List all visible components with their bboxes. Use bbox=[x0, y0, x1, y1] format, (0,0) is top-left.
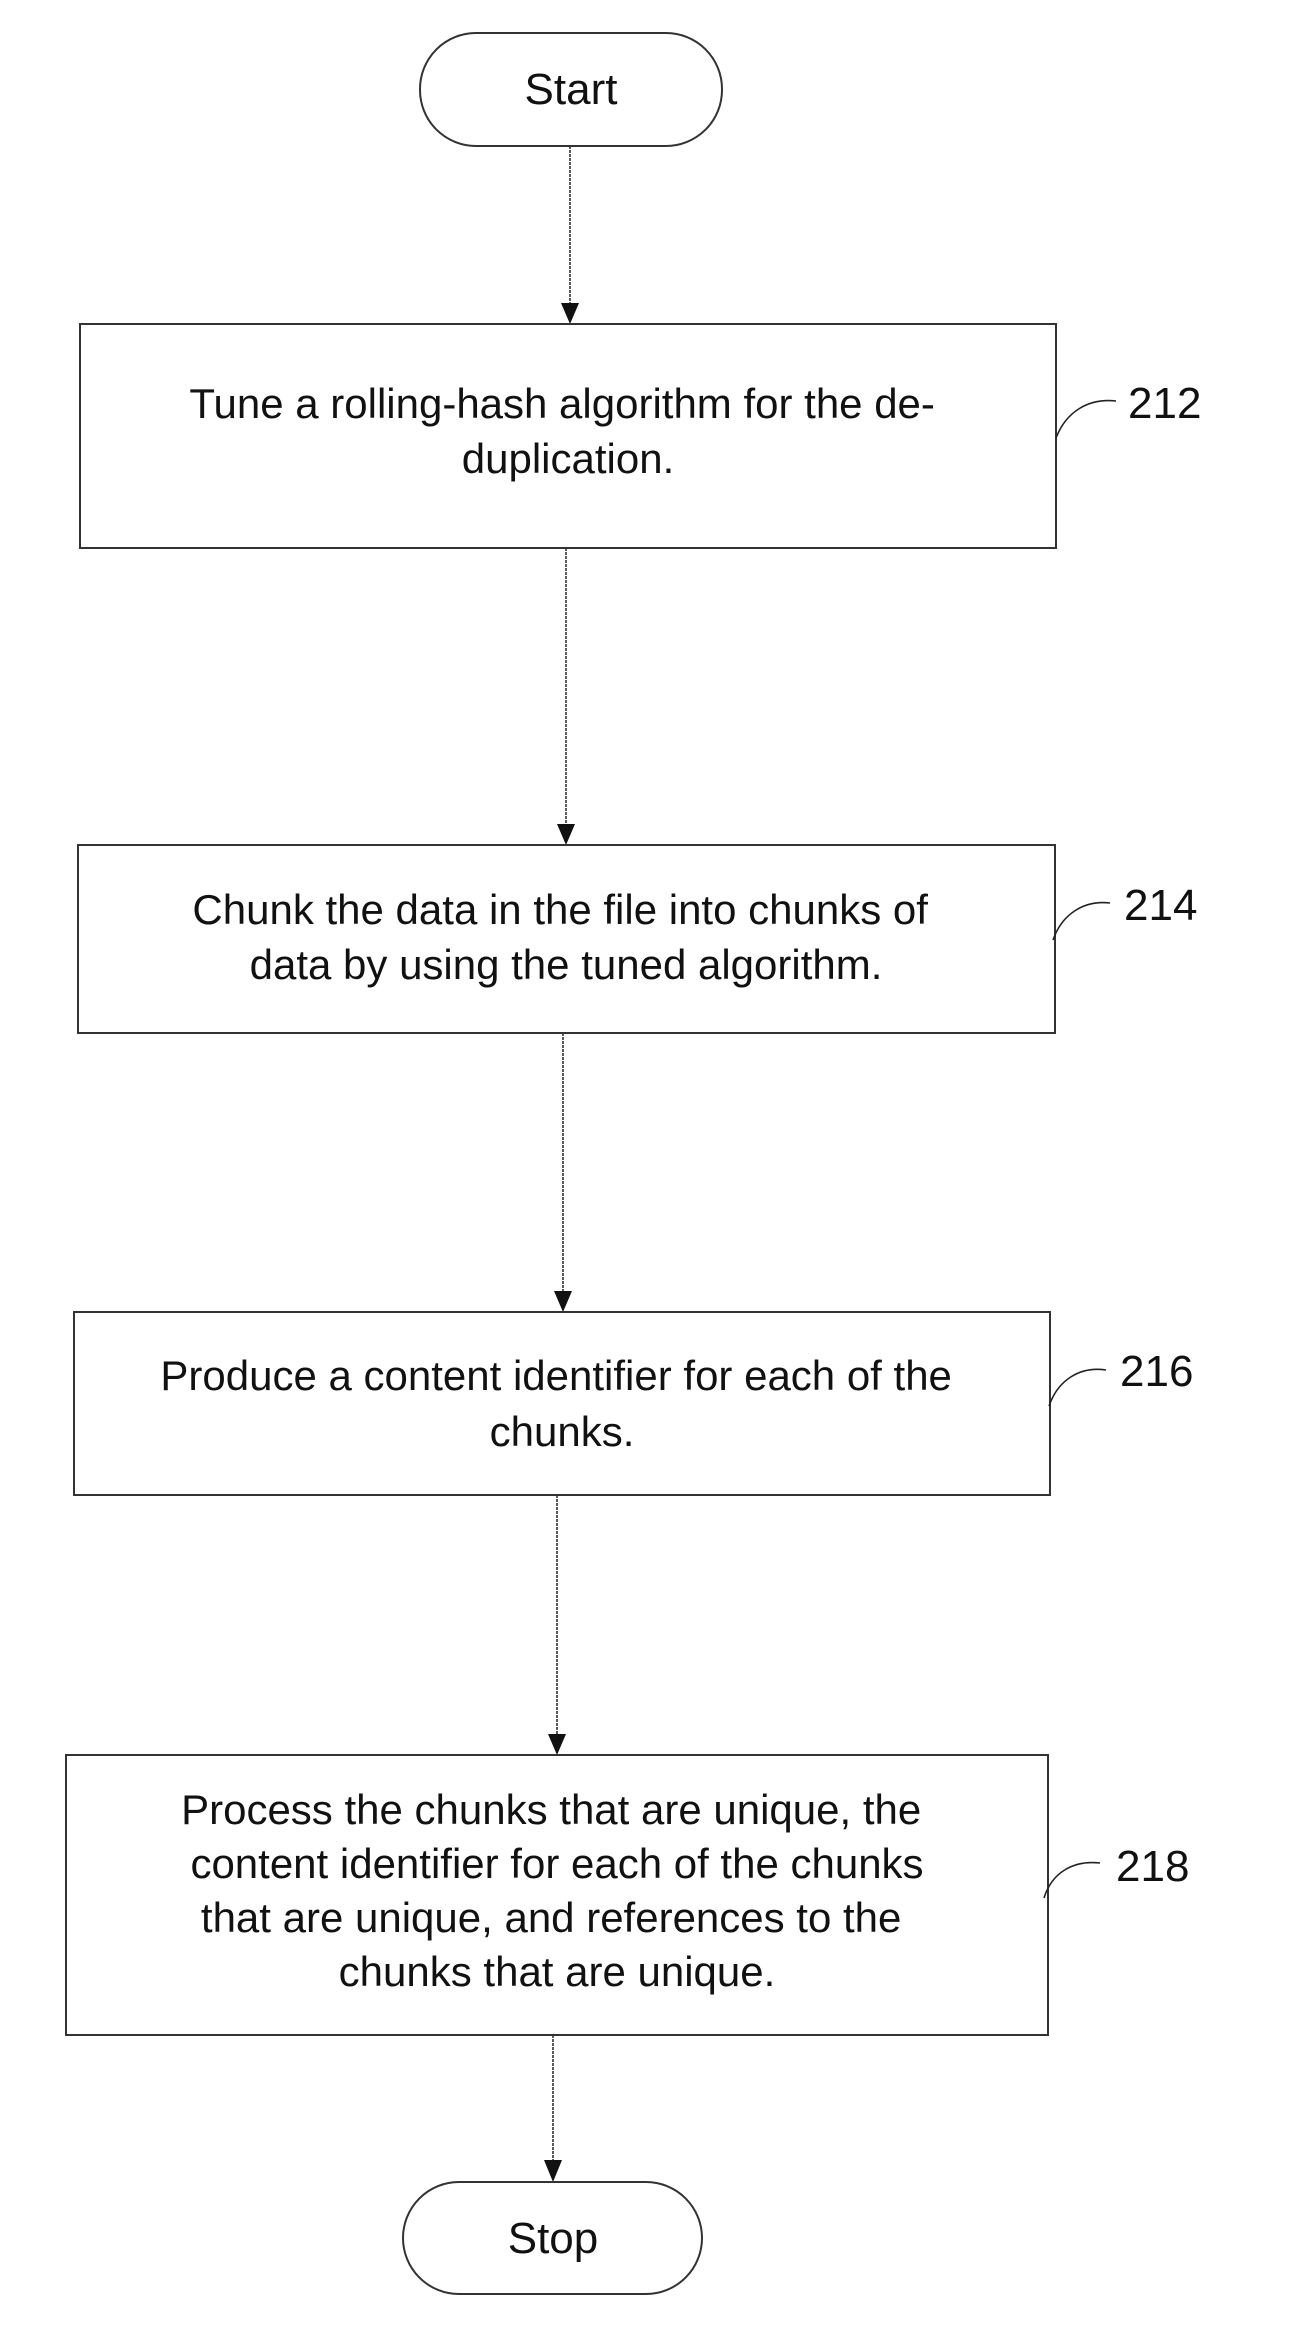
step-218-leader-line bbox=[1043, 1861, 1101, 1899]
step-218-line-3: that are unique, and references to the bbox=[201, 1894, 902, 1941]
step-212-line-1: Tune a rolling-hash algorithm for the de… bbox=[189, 380, 935, 427]
step-214-leader-line bbox=[1052, 901, 1111, 941]
stop-label: Stop bbox=[508, 2214, 599, 2263]
flowchart: Start Tune a rolling-hash algorithm for … bbox=[65, 32, 1201, 2295]
connector-214-to-216 bbox=[554, 1033, 572, 1312]
arrowhead-icon bbox=[554, 1291, 572, 1312]
arrowhead-icon bbox=[561, 303, 579, 324]
start-terminal: Start bbox=[419, 32, 723, 147]
step-218-line-4: chunks that are unique. bbox=[339, 1948, 776, 1995]
step-212-leader-line bbox=[1055, 399, 1117, 439]
arrowhead-icon bbox=[557, 824, 575, 845]
step-216-ref-number: 216 bbox=[1120, 1347, 1193, 1396]
step-218-line-2: content identifier for each of the chunk… bbox=[190, 1840, 923, 1887]
step-214-line-2: data by using the tuned algorithm. bbox=[250, 941, 883, 988]
step-218: Process the chunks that are unique, the … bbox=[65, 1754, 1189, 2036]
connector-start-to-212 bbox=[561, 146, 579, 324]
step-214-box bbox=[77, 844, 1056, 1034]
stop-terminal: Stop bbox=[402, 2181, 703, 2295]
connector-216-to-218 bbox=[548, 1495, 566, 1755]
step-212: Tune a rolling-hash algorithm for the de… bbox=[79, 323, 1201, 549]
step-214-ref-number: 214 bbox=[1124, 881, 1197, 930]
arrowhead-icon bbox=[544, 2160, 562, 2182]
start-label: Start bbox=[525, 65, 618, 114]
step-218-line-1: Process the chunks that are unique, the bbox=[181, 1786, 921, 1833]
step-218-ref-number: 218 bbox=[1116, 1842, 1189, 1891]
arrowhead-icon bbox=[548, 1734, 566, 1755]
step-216-leader-line bbox=[1048, 1368, 1107, 1407]
step-214: Chunk the data in the file into chunks o… bbox=[77, 844, 1197, 1034]
step-212-ref-number: 212 bbox=[1128, 379, 1201, 428]
step-214-line-1: Chunk the data in the file into chunks o… bbox=[192, 886, 928, 933]
step-216-box bbox=[73, 1311, 1051, 1496]
step-216-line-2: chunks. bbox=[490, 1408, 635, 1455]
connector-218-to-stop bbox=[544, 2035, 562, 2182]
step-212-line-2: duplication. bbox=[462, 435, 674, 482]
step-216-line-1: Produce a content identifier for each of… bbox=[160, 1352, 952, 1399]
step-216: Produce a content identifier for each of… bbox=[73, 1311, 1193, 1496]
connector-212-to-214 bbox=[557, 548, 575, 845]
